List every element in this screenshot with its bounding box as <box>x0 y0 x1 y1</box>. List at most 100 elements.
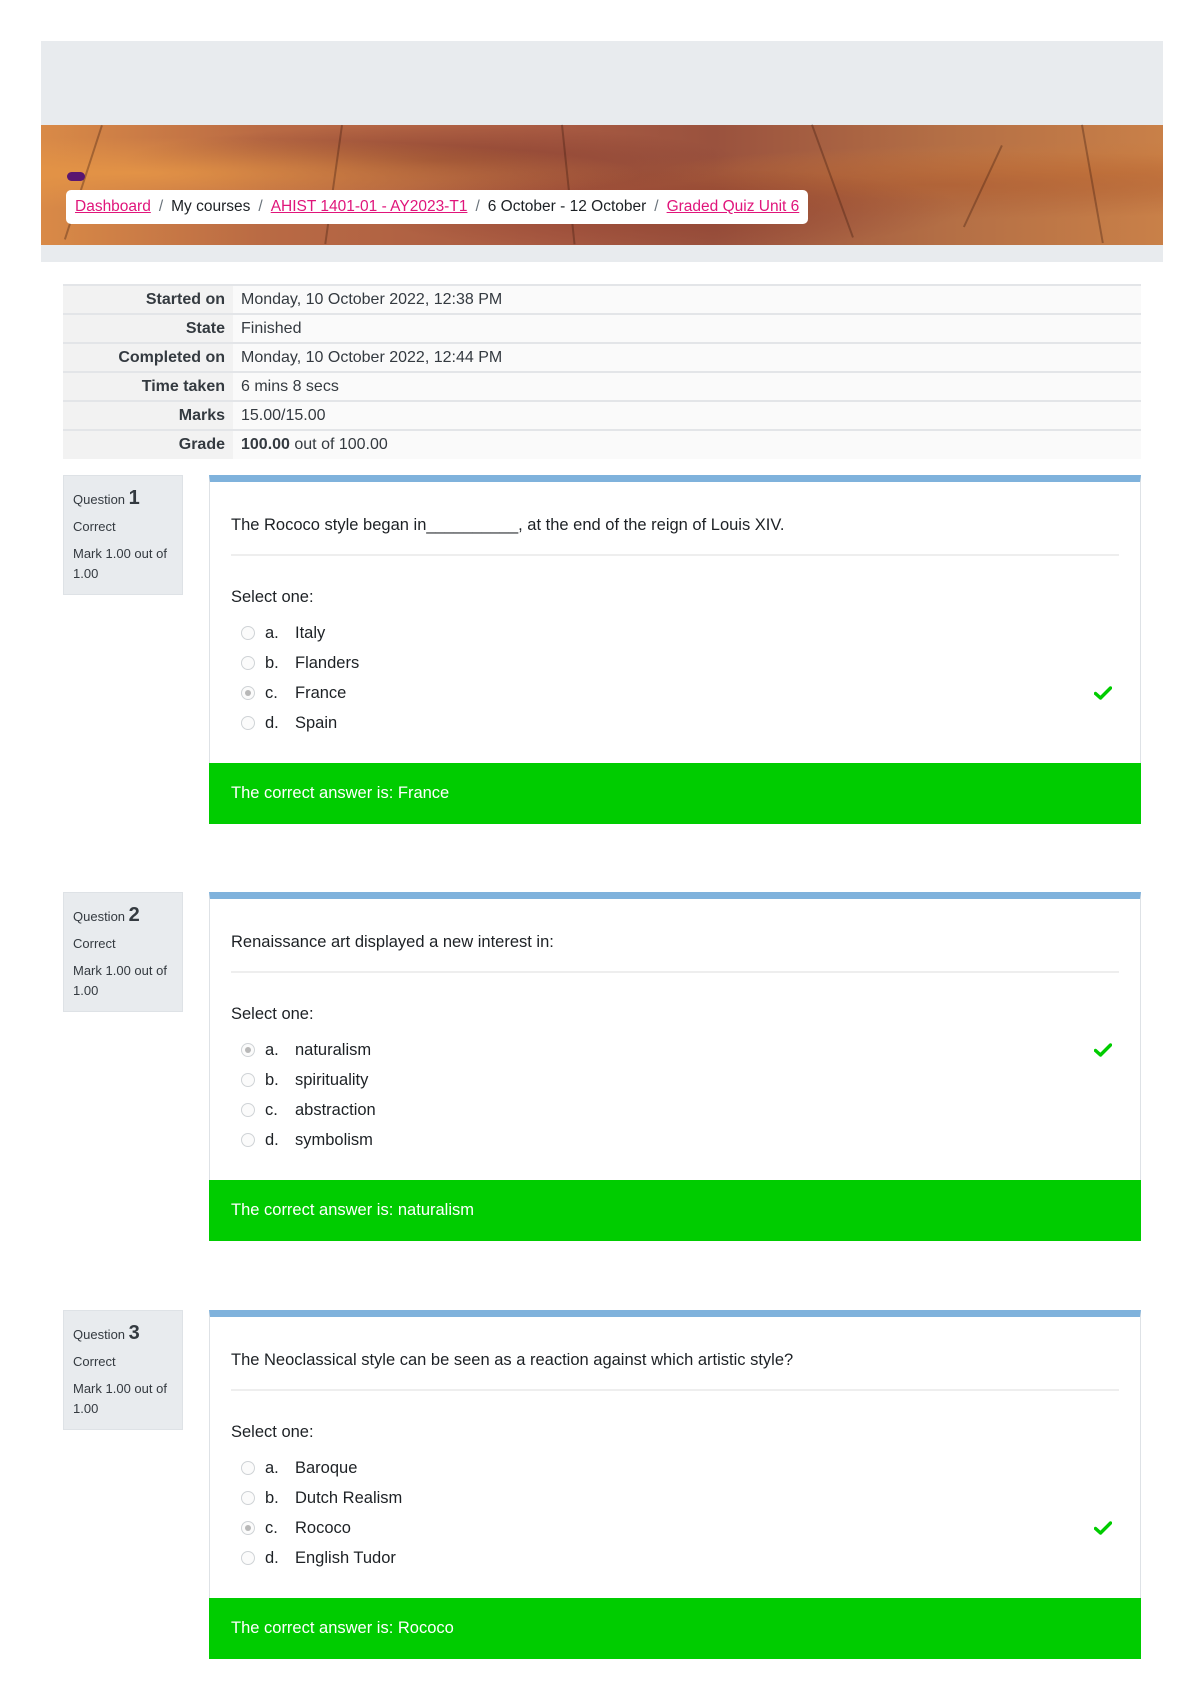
divider <box>231 1389 1119 1391</box>
correct-answer-feedback: The correct answer is: naturalism <box>209 1180 1141 1241</box>
radio-button[interactable] <box>241 626 255 640</box>
answer-text: symbolism <box>295 1130 373 1149</box>
course-banner-image <box>41 124 1163 245</box>
radio-button[interactable] <box>241 1073 255 1087</box>
summary-value: Finished <box>233 314 1141 343</box>
breadcrumb-dashboard[interactable]: Dashboard <box>75 198 151 216</box>
answer-letter: a. <box>265 1458 279 1477</box>
answer-text: Italy <box>295 623 326 642</box>
question-text: Renaissance art displayed a new interest… <box>231 933 554 951</box>
answer-option[interactable]: d. English Tudor <box>241 1543 402 1573</box>
answer-letter: c. <box>265 1100 278 1119</box>
answer-option[interactable]: b. Dutch Realism <box>241 1483 402 1513</box>
summary-row-marks: Marks 15.00/15.00 <box>63 401 1141 430</box>
radio-button[interactable] <box>241 1551 255 1565</box>
question-number: Question 2 <box>73 904 173 927</box>
correct-check-icon <box>1094 1521 1112 1535</box>
answer-text: Rococo <box>295 1518 351 1537</box>
question-number: Question 3 <box>73 1322 173 1345</box>
question-number: Question 1 <box>73 487 173 510</box>
summary-value: 15.00/15.00 <box>233 401 1141 430</box>
summary-label: State <box>63 314 233 343</box>
answer-option[interactable]: d. symbolism <box>241 1125 376 1155</box>
answer-letter: b. <box>265 653 279 672</box>
answer-option[interactable]: c. Rococo <box>241 1513 402 1543</box>
answer-text: Dutch Realism <box>295 1488 403 1507</box>
summary-row-time-taken: Time taken 6 mins 8 secs <box>63 372 1141 401</box>
answer-letter: d. <box>265 1548 279 1567</box>
answer-letter: a. <box>265 1040 279 1059</box>
answer-text: spirituality <box>295 1070 369 1089</box>
breadcrumb-my-courses: My courses <box>171 198 251 215</box>
question-info: Question 1 Correct Mark 1.00 out of 1.00 <box>63 475 183 595</box>
divider <box>231 971 1119 973</box>
answer-option[interactable]: c. France <box>241 678 359 708</box>
answer-option[interactable]: c. abstraction <box>241 1095 376 1125</box>
answer-option[interactable]: b. Flanders <box>241 648 359 678</box>
question-number-value: 1 <box>128 487 140 509</box>
answer-option[interactable]: a. naturalism <box>241 1035 376 1065</box>
summary-row-state: State Finished <box>63 314 1141 343</box>
question-state: Correct <box>73 936 116 951</box>
breadcrumb-separator: / <box>158 198 164 215</box>
answer-options: a. naturalism b. spirituality c. abstraction d… <box>241 1035 376 1155</box>
summary-label: Time taken <box>63 372 233 401</box>
correct-check-icon <box>1094 686 1112 700</box>
summary-value: Monday, 10 October 2022, 12:38 PM <box>233 285 1141 314</box>
summary-label: Grade <box>63 430 233 459</box>
summary-label: Completed on <box>63 343 233 372</box>
radio-button[interactable] <box>241 1043 255 1057</box>
select-one-prompt: Select one: <box>231 1005 314 1023</box>
summary-row-completed-on: Completed on Monday, 10 October 2022, 12… <box>63 343 1141 372</box>
breadcrumb-separator: / <box>475 198 480 215</box>
question-number-value: 2 <box>128 904 140 926</box>
answer-letter: a. <box>265 623 279 642</box>
divider <box>231 554 1119 556</box>
quiz-attempt-summary: Started on Monday, 10 October 2022, 12:3… <box>63 284 1141 459</box>
user-menu-indicator[interactable] <box>67 172 85 181</box>
answer-letter: c. <box>265 1518 278 1537</box>
correct-check-icon <box>1094 1043 1112 1057</box>
answer-text: France <box>295 683 347 702</box>
answer-text: Spain <box>295 713 338 732</box>
question-state: Correct <box>73 519 116 534</box>
radio-button[interactable] <box>241 656 255 670</box>
grade-score: 100.00 <box>241 436 290 453</box>
answer-option[interactable]: a. Baroque <box>241 1453 402 1483</box>
radio-button[interactable] <box>241 1133 255 1147</box>
question-grade: Mark 1.00 out of 1.00 <box>73 546 167 581</box>
answer-letter: b. <box>265 1488 279 1507</box>
question-label: Question <box>73 1327 126 1342</box>
answer-option[interactable]: a. Italy <box>241 618 359 648</box>
question-state: Correct <box>73 1354 116 1369</box>
question-card: The Neoclassical style can be seen as a … <box>209 1310 1141 1659</box>
grade-total: out of 100.00 <box>289 436 388 453</box>
breadcrumb-separator: / <box>258 198 263 215</box>
question-card: Renaissance art displayed a new interest… <box>209 892 1141 1241</box>
radio-button[interactable] <box>241 1103 255 1117</box>
question-number-value: 3 <box>128 1322 140 1344</box>
correct-answer-feedback: The correct answer is: Rococo <box>209 1598 1141 1659</box>
radio-button[interactable] <box>241 1461 255 1475</box>
radio-button[interactable] <box>241 686 255 700</box>
question-info: Question 3 Correct Mark 1.00 out of 1.00 <box>63 1310 183 1430</box>
answer-letter: c. <box>265 683 278 702</box>
radio-button[interactable] <box>241 1491 255 1505</box>
breadcrumb-quiz[interactable]: Graded Quiz Unit 6 <box>667 198 800 216</box>
summary-value: 6 mins 8 secs <box>233 372 1141 401</box>
question-text: The Rococo style began in__________, at … <box>231 516 785 534</box>
breadcrumb: Dashboard / My courses / AHIST 1401-01 -… <box>66 190 809 224</box>
correct-answer-feedback: The correct answer is: France <box>209 763 1141 824</box>
question-card: The Rococo style began in__________, at … <box>209 475 1141 824</box>
answer-letter: b. <box>265 1070 279 1089</box>
question-text: The Neoclassical style can be seen as a … <box>231 1351 794 1369</box>
radio-button[interactable] <box>241 716 255 730</box>
answer-option[interactable]: d. Spain <box>241 708 359 738</box>
breadcrumb-course[interactable]: AHIST 1401-01 - AY2023-T1 <box>271 198 468 216</box>
summary-value: 100.00 out of 100.00 <box>233 430 1141 459</box>
question-label: Question <box>73 909 126 924</box>
summary-label: Started on <box>63 285 233 314</box>
answer-option[interactable]: b. spirituality <box>241 1065 376 1095</box>
radio-button[interactable] <box>241 1521 255 1535</box>
answer-text: abstraction <box>295 1100 376 1119</box>
